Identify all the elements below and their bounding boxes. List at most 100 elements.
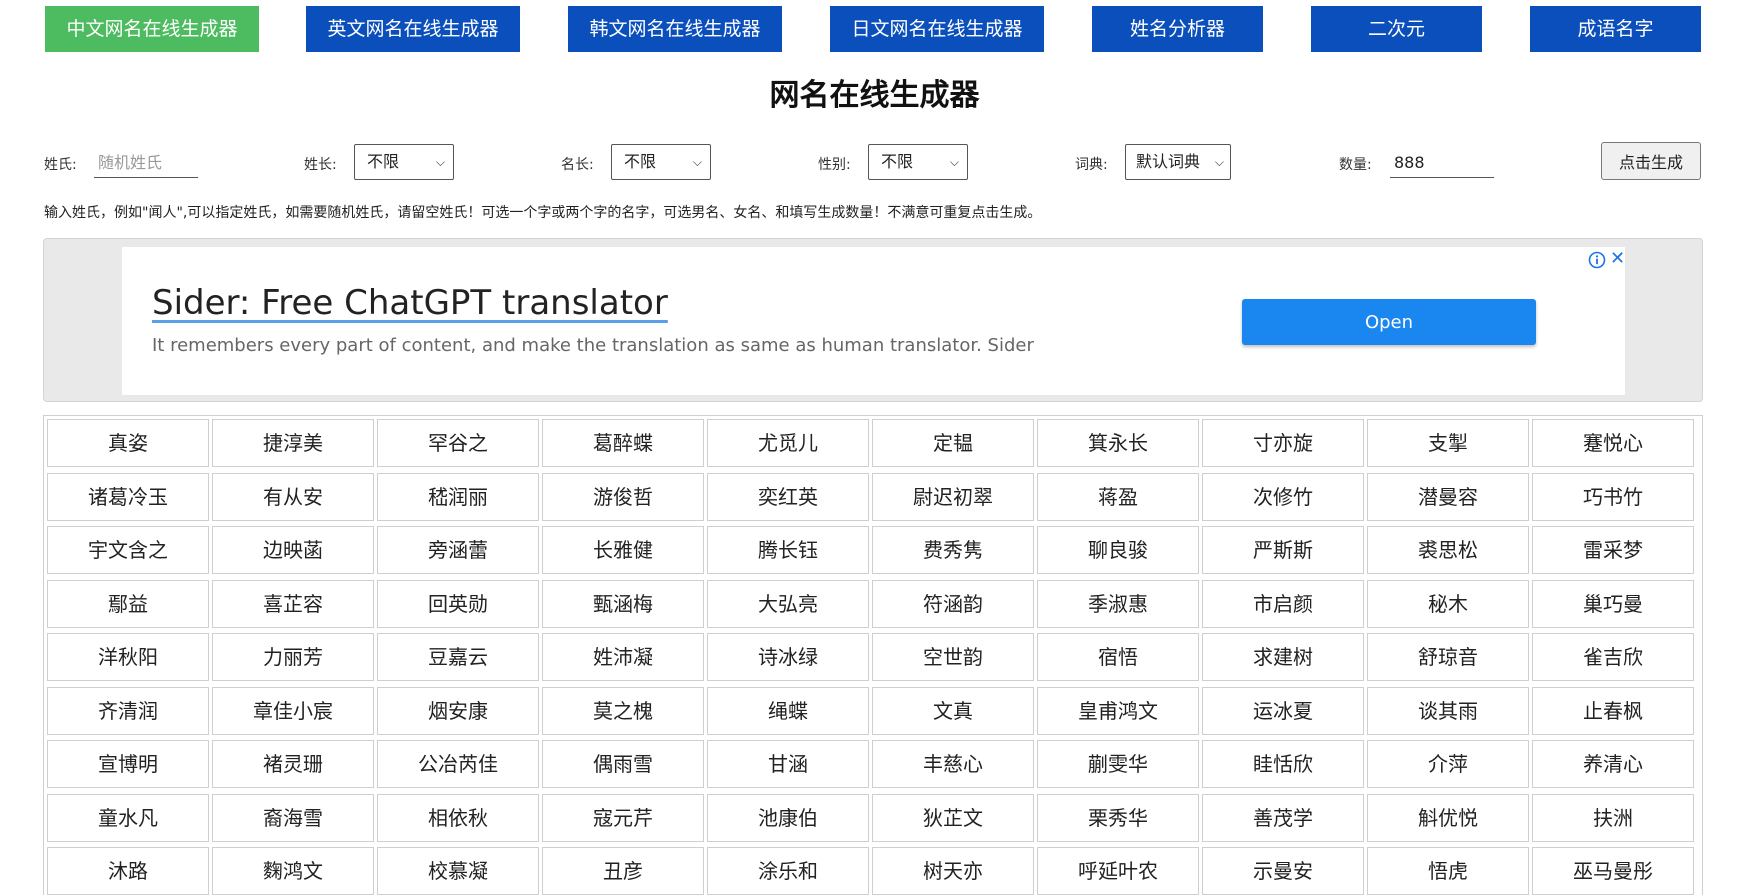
name-cell[interactable]: 回英勋 (377, 580, 539, 628)
nav-chinese-name-generator[interactable]: 中文网名在线生成器 (45, 6, 259, 52)
name-cell[interactable]: 次修竹 (1202, 473, 1364, 521)
name-cell[interactable]: 齐清润 (47, 687, 209, 735)
ad-title-link[interactable]: Sider: Free ChatGPT translator (152, 283, 668, 323)
name-cell[interactable]: 栗秀华 (1037, 794, 1199, 842)
gender-select[interactable]: 不限 ⌵ (868, 144, 968, 180)
name-cell[interactable]: 扶洲 (1532, 794, 1694, 842)
name-cell[interactable]: 裘思松 (1367, 526, 1529, 574)
name-cell[interactable]: 葛醉蝶 (542, 419, 704, 467)
name-cell[interactable]: 蒯雯华 (1037, 740, 1199, 788)
name-cell[interactable]: 喜芷容 (212, 580, 374, 628)
name-cell[interactable]: 谈其雨 (1367, 687, 1529, 735)
name-cell[interactable]: 奕红英 (707, 473, 869, 521)
name-cell[interactable]: 眭恬欣 (1202, 740, 1364, 788)
name-cell[interactable]: 蒋盈 (1037, 473, 1199, 521)
name-cell[interactable]: 善茂学 (1202, 794, 1364, 842)
name-cell[interactable]: 潜曼容 (1367, 473, 1529, 521)
name-cell[interactable]: 巢巧曼 (1532, 580, 1694, 628)
name-cell[interactable]: 长雅健 (542, 526, 704, 574)
name-cell[interactable]: 嵇润丽 (377, 473, 539, 521)
generate-button[interactable]: 点击生成 (1601, 142, 1701, 180)
name-cell[interactable]: 腾长钰 (707, 526, 869, 574)
name-cell[interactable]: 力丽芳 (212, 633, 374, 681)
name-cell[interactable]: 季淑惠 (1037, 580, 1199, 628)
name-cell[interactable]: 校慕凝 (377, 847, 539, 895)
name-cell[interactable]: 诸葛冷玉 (47, 473, 209, 521)
name-cell[interactable]: 运冰夏 (1202, 687, 1364, 735)
name-cell[interactable]: 狄芷文 (872, 794, 1034, 842)
name-cell[interactable]: 介萍 (1367, 740, 1529, 788)
name-cell[interactable]: 箕永长 (1037, 419, 1199, 467)
name-cell[interactable]: 游俊哲 (542, 473, 704, 521)
name-cell[interactable]: 边映菡 (212, 526, 374, 574)
ad-open-button[interactable]: Open (1242, 299, 1536, 345)
name-length-select[interactable]: 不限 ⌵ (611, 144, 711, 180)
name-cell[interactable]: 鄢益 (47, 580, 209, 628)
info-icon[interactable] (1588, 251, 1606, 269)
name-cell[interactable]: 寸亦旋 (1202, 419, 1364, 467)
name-cell[interactable]: 裔海雪 (212, 794, 374, 842)
name-cell[interactable]: 丑彦 (542, 847, 704, 895)
name-cell[interactable]: 章佳小宸 (212, 687, 374, 735)
name-cell[interactable]: 聊良骏 (1037, 526, 1199, 574)
name-cell[interactable]: 斛优悦 (1367, 794, 1529, 842)
name-cell[interactable]: 公冶芮佳 (377, 740, 539, 788)
name-cell[interactable]: 有从安 (212, 473, 374, 521)
surname-input[interactable] (94, 148, 198, 178)
name-cell[interactable]: 姓沛凝 (542, 633, 704, 681)
name-cell[interactable]: 雀吉欣 (1532, 633, 1694, 681)
name-cell[interactable]: 罕谷之 (377, 419, 539, 467)
name-cell[interactable]: 洋秋阳 (47, 633, 209, 681)
name-cell[interactable]: 寇元芹 (542, 794, 704, 842)
name-cell[interactable]: 麴鸿文 (212, 847, 374, 895)
name-cell[interactable]: 尉迟初翠 (872, 473, 1034, 521)
name-cell[interactable]: 空世韵 (872, 633, 1034, 681)
close-icon[interactable]: ✕ (1610, 248, 1625, 270)
name-cell[interactable]: 市启颜 (1202, 580, 1364, 628)
name-cell[interactable]: 文真 (872, 687, 1034, 735)
name-cell[interactable]: 巫马曼彤 (1532, 847, 1694, 895)
name-cell[interactable]: 巧书竹 (1532, 473, 1694, 521)
name-cell[interactable]: 捷淳美 (212, 419, 374, 467)
name-cell[interactable]: 呼延叶农 (1037, 847, 1199, 895)
name-cell[interactable]: 褚灵珊 (212, 740, 374, 788)
name-cell[interactable]: 丰慈心 (872, 740, 1034, 788)
name-cell[interactable]: 宇文含之 (47, 526, 209, 574)
name-cell[interactable]: 严斯斯 (1202, 526, 1364, 574)
name-cell[interactable]: 旁涵蕾 (377, 526, 539, 574)
name-cell[interactable]: 符涵韵 (872, 580, 1034, 628)
name-cell[interactable]: 甄涵梅 (542, 580, 704, 628)
name-cell[interactable]: 沐路 (47, 847, 209, 895)
name-cell[interactable]: 甘涵 (707, 740, 869, 788)
surname-length-select[interactable]: 不限 ⌵ (354, 144, 454, 180)
name-cell[interactable]: 宣博明 (47, 740, 209, 788)
name-cell[interactable]: 雷采梦 (1532, 526, 1694, 574)
name-cell[interactable]: 诗冰绿 (707, 633, 869, 681)
name-cell[interactable]: 养清心 (1532, 740, 1694, 788)
name-cell[interactable]: 树天亦 (872, 847, 1034, 895)
name-cell[interactable]: 莫之槐 (542, 687, 704, 735)
name-cell[interactable]: 示曼安 (1202, 847, 1364, 895)
name-cell[interactable]: 烟安康 (377, 687, 539, 735)
name-cell[interactable]: 豆嘉云 (377, 633, 539, 681)
name-cell[interactable]: 费秀隽 (872, 526, 1034, 574)
nav-english-name-generator[interactable]: 英文网名在线生成器 (306, 6, 520, 52)
nav-japanese-name-generator[interactable]: 日文网名在线生成器 (830, 6, 1044, 52)
dictionary-select[interactable]: 默认词典 ⌵ (1125, 144, 1231, 180)
name-cell[interactable]: 止春枫 (1532, 687, 1694, 735)
nav-anime[interactable]: 二次元 (1311, 6, 1482, 52)
nav-name-analyzer[interactable]: 姓名分析器 (1092, 6, 1263, 52)
name-cell[interactable]: 绳蝶 (707, 687, 869, 735)
name-cell[interactable]: 尤觅儿 (707, 419, 869, 467)
name-cell[interactable]: 皇甫鸿文 (1037, 687, 1199, 735)
name-cell[interactable]: 蹇悦心 (1532, 419, 1694, 467)
name-cell[interactable]: 童水凡 (47, 794, 209, 842)
nav-korean-name-generator[interactable]: 韩文网名在线生成器 (568, 6, 782, 52)
quantity-input[interactable] (1390, 148, 1494, 178)
nav-idiom-names[interactable]: 成语名字 (1530, 6, 1701, 52)
name-cell[interactable]: 求建树 (1202, 633, 1364, 681)
name-cell[interactable]: 大弘亮 (707, 580, 869, 628)
name-cell[interactable]: 池康伯 (707, 794, 869, 842)
name-cell[interactable]: 秘木 (1367, 580, 1529, 628)
name-cell[interactable]: 相依秋 (377, 794, 539, 842)
